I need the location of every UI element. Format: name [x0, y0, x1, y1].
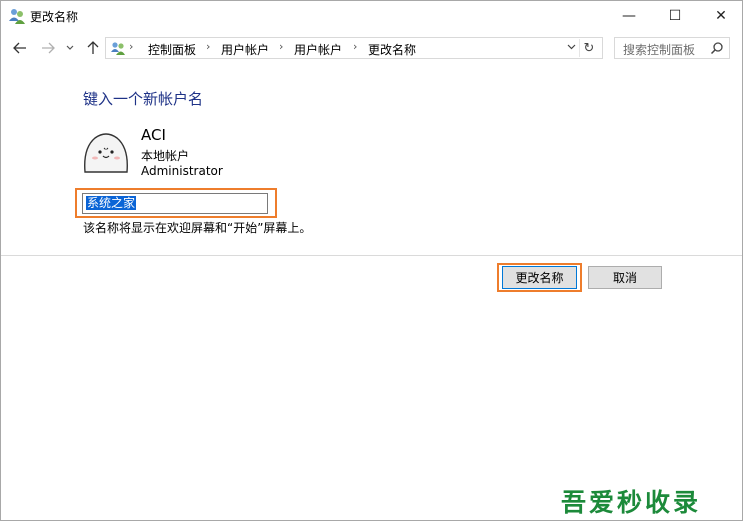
chevron-down-icon: [66, 45, 74, 50]
users-icon: [9, 9, 25, 24]
name-hint-text: 该名称将显示在欢迎屏幕和“开始”屏幕上。: [83, 221, 312, 235]
search-box[interactable]: 搜索控制面板: [614, 37, 730, 59]
back-button[interactable]: [10, 38, 30, 58]
selected-text: 系统之家: [86, 196, 137, 210]
up-button[interactable]: [83, 38, 103, 58]
arrow-left-icon: [13, 42, 26, 54]
account-group: Administrator: [141, 164, 223, 178]
rename-button[interactable]: 更改名称: [502, 266, 577, 289]
window-title: 更改名称: [30, 10, 79, 24]
navigation-bar: › 控制面板 › 用户帐户 › 用户帐户 › 更改名称 ↻ 搜索控制面板: [1, 35, 742, 61]
arrow-right-icon: [42, 42, 55, 54]
recent-locations-button[interactable]: [63, 38, 77, 58]
maximize-button[interactable]: ☐: [652, 1, 698, 31]
user-avatar: [84, 133, 128, 173]
forward-button[interactable]: [38, 38, 58, 58]
new-account-name-input[interactable]: 系统之家: [82, 193, 268, 214]
rename-account-window: 更改名称 — ☐ ✕ › 控制面板 › 用户帐户 › 用户帐户 › 更改名称 ↻…: [0, 0, 743, 521]
breadcrumb-user-accounts[interactable]: 用户帐户: [221, 41, 269, 58]
address-dropdown-icon[interactable]: [567, 40, 576, 53]
breadcrumb-separator: ›: [353, 40, 358, 53]
search-icon: [710, 42, 723, 55]
address-bar[interactable]: › 控制面板 › 用户帐户 › 用户帐户 › 更改名称 ↻: [105, 37, 603, 59]
breadcrumb-user-accounts-2[interactable]: 用户帐户: [294, 41, 342, 58]
breadcrumb-separator: ›: [279, 40, 284, 53]
close-button[interactable]: ✕: [698, 1, 742, 31]
control-panel-icon: [111, 42, 125, 55]
watermark: 吾爱秒收录: [561, 488, 702, 517]
divider: [1, 255, 742, 256]
title-bar: 更改名称 — ☐ ✕: [1, 1, 742, 31]
breadcrumb-separator: ›: [206, 40, 211, 53]
account-name: ACI: [141, 126, 166, 144]
cancel-button[interactable]: 取消: [588, 266, 662, 289]
breadcrumb-change-name[interactable]: 更改名称: [368, 41, 416, 58]
search-input[interactable]: 搜索控制面板: [623, 41, 695, 58]
arrow-up-icon: [87, 41, 99, 54]
minimize-button[interactable]: —: [606, 1, 652, 31]
breadcrumb-separator: ›: [129, 40, 134, 53]
account-type: 本地帐户: [141, 149, 190, 163]
page-heading: 键入一个新帐户名: [83, 90, 204, 108]
refresh-icon[interactable]: ↻: [579, 39, 598, 57]
breadcrumb-control-panel[interactable]: 控制面板: [148, 41, 196, 58]
